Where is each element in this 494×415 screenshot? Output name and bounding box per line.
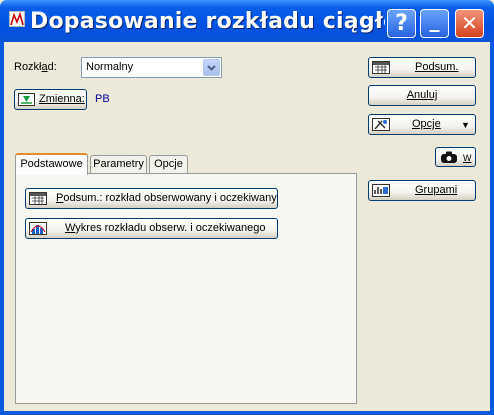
distribution-label-prefix: Rozkł <box>14 61 42 73</box>
tab-opcje[interactable]: Opcje <box>149 155 188 174</box>
options-button[interactable]: Opcje ▼ <box>368 114 476 135</box>
distribution-select-value: Normalny <box>86 61 134 73</box>
cancel-button[interactable]: Anuluj <box>368 85 476 106</box>
summary-table-icon <box>29 192 47 205</box>
title-bar[interactable]: Dopasowanie rozkładu ciągłego: / ? _ ✕ <box>0 0 494 42</box>
groups-icon <box>372 184 390 197</box>
app-icon <box>9 11 25 27</box>
summary-observed-expected-label: Podsum.: rozkład obserwowany i oczekiwan… <box>56 192 277 204</box>
summary-icon <box>372 61 390 74</box>
dialog-client: Rozkład: Normalny Zmienna: PB Podstawowe… <box>4 42 490 411</box>
w-button-label: W <box>463 153 472 163</box>
plot-rest: ykres rozkładu obserw. i oczekiwanego <box>75 222 266 234</box>
chevron-down-icon[interactable] <box>203 59 220 76</box>
window-title: Dopasowanie rozkładu ciągłego: / <box>30 9 385 34</box>
groups-button-label: Grupami <box>415 184 458 196</box>
help-button[interactable]: ? <box>387 9 416 38</box>
variable-icon <box>18 93 35 106</box>
summary-button[interactable]: Podsum. <box>368 57 476 78</box>
plot-hotkey: W <box>65 222 76 234</box>
summary-rest: odsum.: rozkład obserwowany i oczekiwany <box>63 192 277 204</box>
dialog-window: Dopasowanie rozkładu ciągłego: / ? _ ✕ R… <box>0 0 494 415</box>
tab-podstawowe[interactable]: Podstawowe <box>15 153 88 175</box>
options-button-label: Opcje <box>412 118 441 130</box>
groups-button[interactable]: Grupami <box>368 180 476 201</box>
tab-panel-podstawowe: Podsum.: rozkład obserwowany i oczekiwan… <box>15 173 357 404</box>
tab-opcje-label: Opcje <box>154 158 183 170</box>
help-icon: ? <box>395 11 408 36</box>
plot-observed-expected-label: Wykres rozkładu obserw. i oczekiwanego <box>65 222 265 234</box>
minimize-button[interactable]: _ <box>420 9 449 38</box>
distribution-select[interactable]: Normalny <box>81 57 222 78</box>
distribution-label-suffix: d: <box>47 61 57 73</box>
plot-observed-expected-button[interactable]: Wykres rozkładu obserw. i oczekiwanego <box>25 218 278 239</box>
summary-observed-expected-button[interactable]: Podsum.: rozkład obserwowany i oczekiwan… <box>25 188 278 209</box>
options-icon <box>372 118 390 131</box>
tab-podstawowe-label: Podstawowe <box>20 158 83 170</box>
tab-parametry-label: Parametry <box>93 158 144 170</box>
cancel-button-label: Anuluj <box>406 89 438 101</box>
close-icon: ✕ <box>461 11 478 35</box>
camera-icon <box>440 151 458 164</box>
variable-button-label: Zmienna: <box>39 93 85 105</box>
summary-button-label: Podsum. <box>415 61 459 73</box>
minimize-icon: _ <box>429 8 440 32</box>
variable-value[interactable]: PB <box>95 93 110 105</box>
distribution-label: Rozkład: <box>14 61 57 73</box>
dropdown-arrow-icon: ▼ <box>461 120 470 130</box>
histogram-icon <box>29 222 47 235</box>
w-button[interactable]: W <box>435 147 476 167</box>
variable-button[interactable]: Zmienna: <box>14 89 87 110</box>
close-button[interactable]: ✕ <box>455 9 484 38</box>
tab-parametry[interactable]: Parametry <box>90 155 147 174</box>
